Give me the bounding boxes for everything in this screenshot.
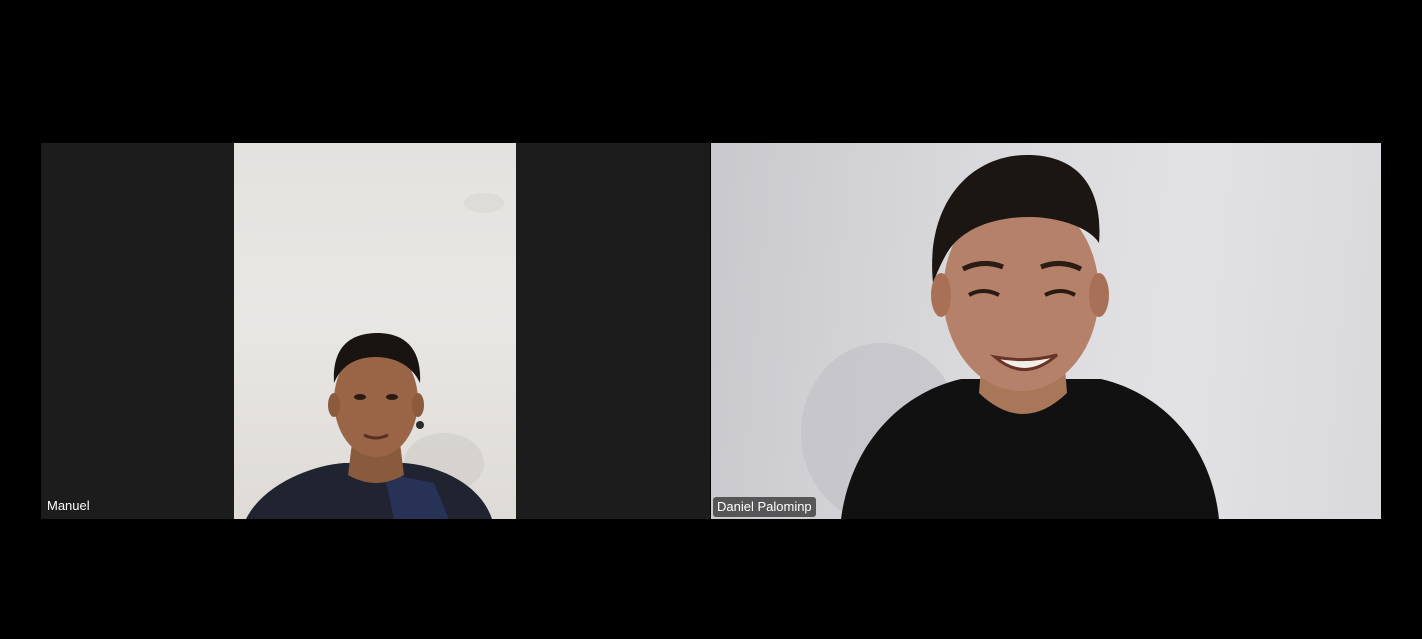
participant-video-daniel: [711, 143, 1381, 519]
meeting-stage: Manuel Daniel Palominp: [0, 0, 1422, 639]
participant-tile-daniel[interactable]: Daniel Palominp: [711, 143, 1381, 519]
participant-video-figure: [246, 193, 504, 519]
participant-video-figure: [801, 154, 1219, 519]
participant-tile-manuel[interactable]: Manuel: [41, 143, 710, 519]
participant-name-label: Manuel: [47, 498, 90, 513]
participant-name-label: Daniel Palominp: [713, 497, 816, 517]
participant-video-manuel: [234, 143, 516, 519]
